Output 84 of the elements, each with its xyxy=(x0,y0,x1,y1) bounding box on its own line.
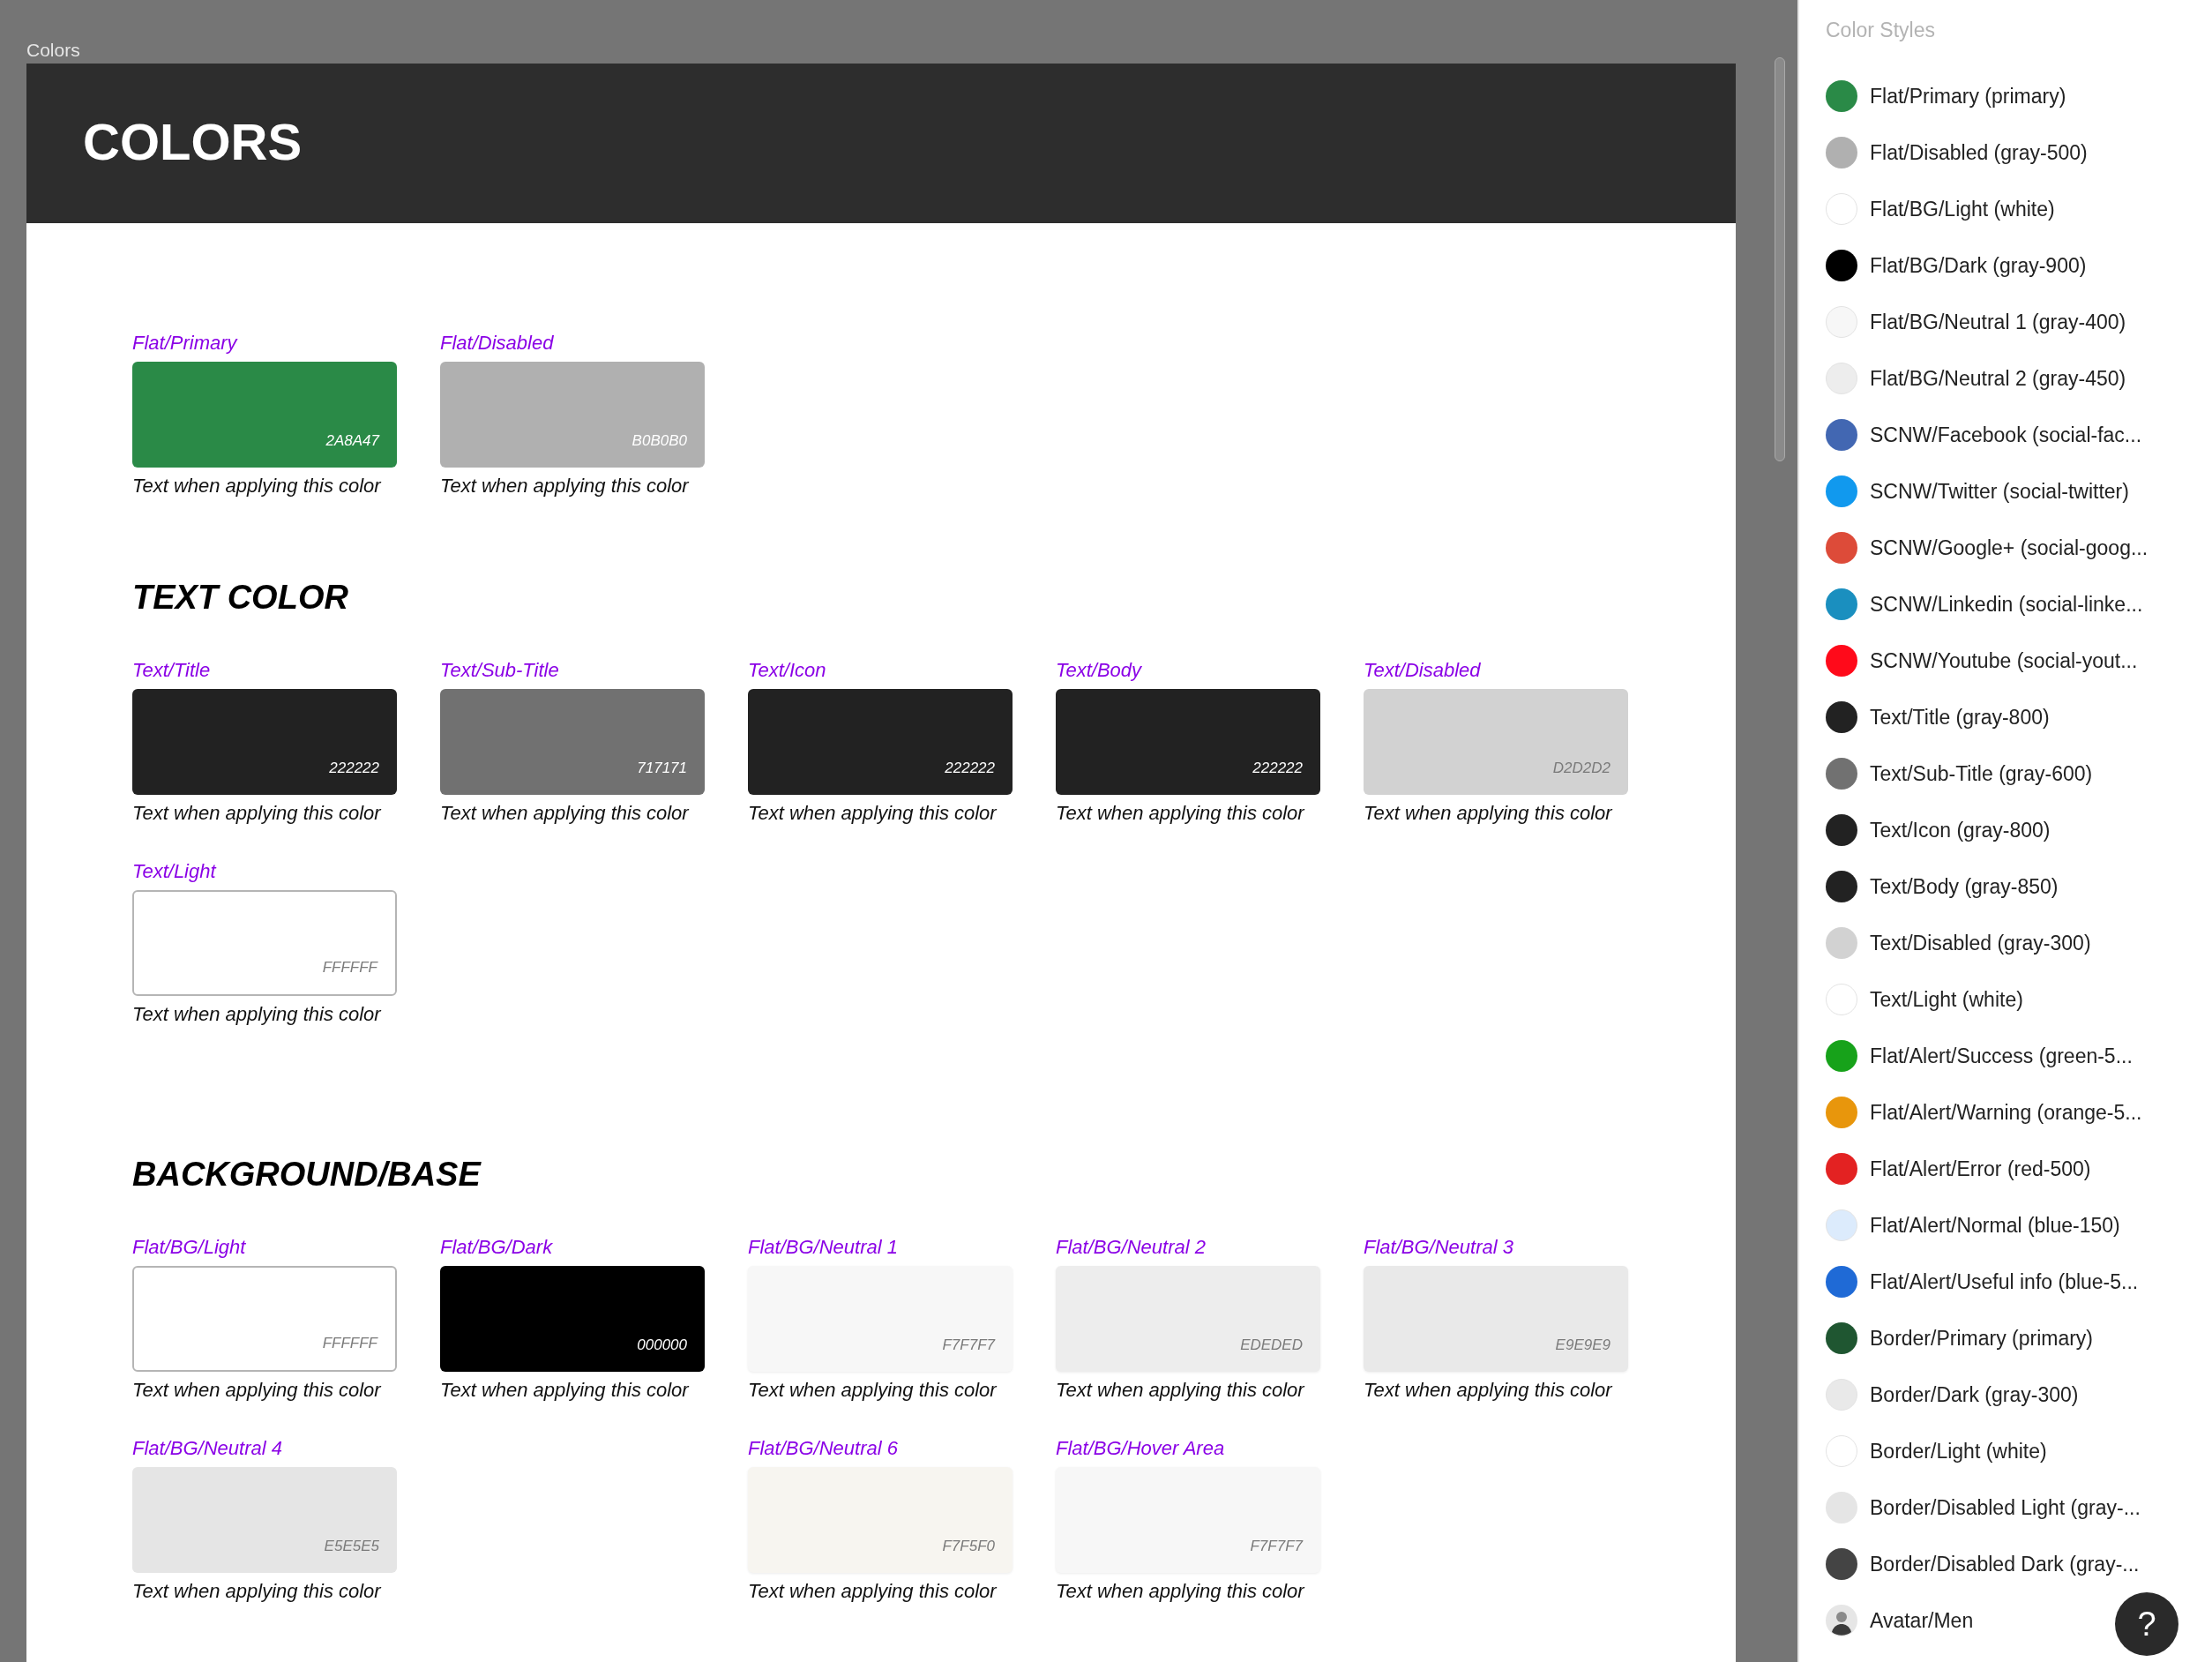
hex-code: F7F7F7 xyxy=(942,1336,995,1354)
swatch-label: Flat/BG/Light xyxy=(132,1236,247,1259)
hex-code: EDEDED xyxy=(1240,1336,1303,1354)
color-style-label[interactable]: Flat/Alert/Success (green-5... xyxy=(1870,1044,2133,1068)
color-style-label[interactable]: Text/Title (gray-800) xyxy=(1870,705,2050,730)
color-style-label[interactable]: Flat/BG/Neutral 1 (gray-400) xyxy=(1870,310,2126,334)
color-style-label[interactable]: SCNW/Facebook (social-fac... xyxy=(1870,423,2142,447)
section-heading: BACKGROUND/BASE xyxy=(132,1155,481,1194)
hex-code: FFFFFF xyxy=(322,1335,377,1352)
swatch-label: Text/Title xyxy=(132,659,212,682)
caption-text: Text when applying this color xyxy=(132,1580,383,1603)
color-style-label[interactable]: Text/Light (white) xyxy=(1870,987,2023,1012)
caption-text: Text when applying this color xyxy=(748,1580,998,1603)
color-style-label[interactable]: Text/Body (gray-850) xyxy=(1870,874,2059,899)
color-style-label[interactable]: Text/Icon (gray-800) xyxy=(1870,818,2051,842)
swatch-label: Flat/BG/Dark xyxy=(440,1236,554,1259)
color-style-label[interactable]: Flat/Alert/Useful info (blue-5... xyxy=(1870,1269,2139,1294)
color-style-label[interactable]: Border/Disabled Light (gray-... xyxy=(1870,1495,2141,1520)
swatch-label: Flat/BG/Hover Area xyxy=(1056,1437,1226,1460)
help-button[interactable]: ? xyxy=(2115,1592,2178,1656)
caption-text: Text when applying this color xyxy=(1056,802,1306,825)
caption-text: Text when applying this color xyxy=(132,802,383,825)
color-style-label[interactable]: SCNW/Google+ (social-goog... xyxy=(1870,535,2148,560)
color-style-label[interactable]: Avatar/Men xyxy=(1870,1608,1974,1633)
swatch-label: Text/Disabled xyxy=(1364,659,1482,682)
swatch-label: Text/Sub-Title xyxy=(440,659,560,682)
color-style-label[interactable]: Text/Disabled (gray-300) xyxy=(1870,931,2091,955)
color-style-label[interactable]: Flat/Alert/Warning (orange-5... xyxy=(1870,1100,2142,1125)
hex-code: F7F7F7 xyxy=(1250,1538,1303,1555)
hex-code: 000000 xyxy=(637,1336,687,1354)
caption-text: Text when applying this color xyxy=(132,1003,383,1026)
color-style-label[interactable]: Border/Light (white) xyxy=(1870,1439,2047,1464)
caption-text: Text when applying this color xyxy=(1056,1379,1306,1402)
caption-text: Text when applying this color xyxy=(132,475,383,498)
hex-code: 222222 xyxy=(945,760,995,777)
caption-text: Text when applying this color xyxy=(1364,802,1614,825)
caption-text: Text when applying this color xyxy=(132,1379,383,1402)
hex-code: 717171 xyxy=(637,760,687,777)
caption-text: Text when applying this color xyxy=(440,802,691,825)
hex-code: 2A8A47 xyxy=(325,432,379,450)
caption-text: Text when applying this color xyxy=(1364,1379,1614,1402)
color-style-label[interactable]: Border/Dark (gray-300) xyxy=(1870,1382,2079,1407)
swatch-label: Flat/Primary xyxy=(132,332,239,355)
page-title: COLORS xyxy=(83,112,303,171)
color-style-label[interactable]: Flat/BG/Light (white) xyxy=(1870,197,2055,221)
hex-code: 222222 xyxy=(329,760,379,777)
color-style-label[interactable]: SCNW/Linkedin (social-linke... xyxy=(1870,592,2143,617)
color-style-label[interactable]: Flat/Alert/Error (red-500) xyxy=(1870,1157,2091,1181)
color-style-label[interactable]: Flat/BG/Dark (gray-900) xyxy=(1870,253,2087,278)
color-style-label[interactable]: Flat/Disabled (gray-500) xyxy=(1870,140,2088,165)
color-style-label[interactable]: SCNW/Youtube (social-yout... xyxy=(1870,648,2138,673)
hex-code: E9E9E9 xyxy=(1555,1336,1610,1354)
hex-code: F7F5F0 xyxy=(942,1538,995,1555)
caption-text: Text when applying this color xyxy=(440,1379,691,1402)
swatch-label: Text/Light xyxy=(132,860,218,883)
swatch-label: Text/Body xyxy=(1056,659,1143,682)
scrollbar-thumb[interactable] xyxy=(1775,57,1785,461)
panel-title: Color Styles xyxy=(1826,18,1935,42)
color-style-label[interactable]: Border/Primary (primary) xyxy=(1870,1326,2094,1351)
color-style-label[interactable]: Border/Disabled Dark (gray-... xyxy=(1870,1552,2140,1576)
swatch-label: Flat/BG/Neutral 3 xyxy=(1364,1236,1514,1259)
hex-code: D2D2D2 xyxy=(1552,760,1610,777)
color-style-label[interactable]: SCNW/Twitter (social-twitter) xyxy=(1870,479,2129,504)
canvas-label: Colors xyxy=(26,39,80,62)
swatch-label: Flat/BG/Neutral 4 xyxy=(132,1437,283,1460)
hex-code: E5E5E5 xyxy=(324,1538,379,1555)
swatch-label: Flat/Disabled xyxy=(440,332,555,355)
swatch-label: Text/Icon xyxy=(748,659,827,682)
avatar-icon xyxy=(1826,1605,1857,1636)
color-style-label[interactable]: Flat/BG/Neutral 2 (gray-450) xyxy=(1870,366,2126,391)
section-heading: TEXT COLOR xyxy=(132,578,348,618)
caption-text: Text when applying this color xyxy=(748,802,998,825)
caption-text: Text when applying this color xyxy=(440,475,691,498)
caption-text: Text when applying this color xyxy=(748,1379,998,1402)
hex-code: 222222 xyxy=(1252,760,1303,777)
swatch-label: Flat/BG/Neutral 6 xyxy=(748,1437,899,1460)
swatch-label: Flat/BG/Neutral 2 xyxy=(1056,1236,1207,1259)
swatch-label: Flat/BG/Neutral 1 xyxy=(748,1236,899,1259)
hex-code: FFFFFF xyxy=(322,959,377,977)
hex-code: B0B0B0 xyxy=(631,432,687,450)
color-style-label[interactable]: Flat/Primary (primary) xyxy=(1870,84,2066,109)
caption-text: Text when applying this color xyxy=(1056,1580,1306,1603)
color-style-label[interactable]: Text/Sub-Title (gray-600) xyxy=(1870,761,2093,786)
color-style-label[interactable]: Flat/Alert/Normal (blue-150) xyxy=(1870,1213,2120,1238)
